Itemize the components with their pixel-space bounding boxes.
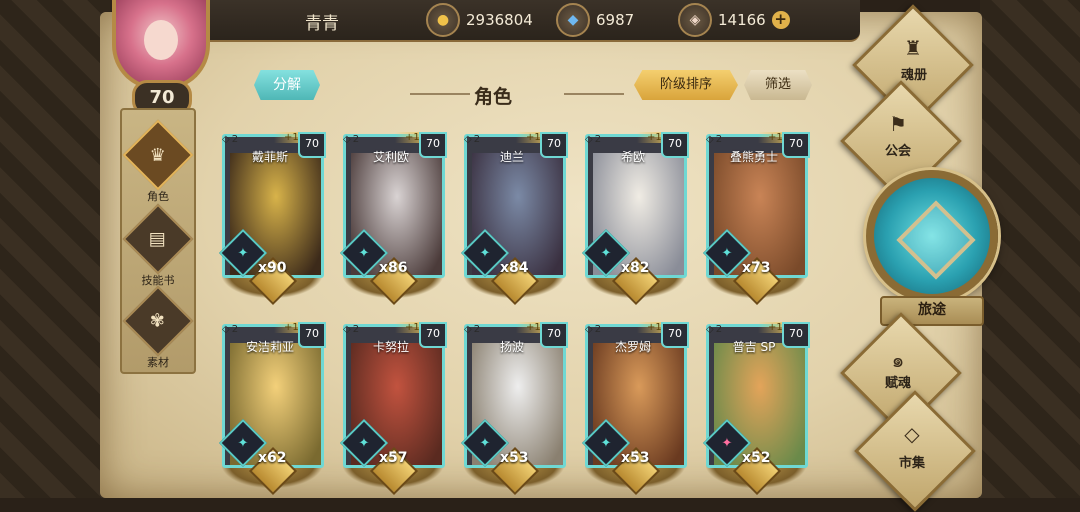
character-name: 扬波: [499, 340, 524, 354]
star-count: 2: [352, 323, 360, 335]
gold-value: 2936804: [466, 11, 533, 29]
decompose-button[interactable]: 分解: [254, 70, 320, 100]
star-icon: ◇: [706, 323, 714, 335]
star-icon: ◇: [222, 323, 230, 335]
character-name: 卡努拉: [372, 340, 409, 354]
empower-label: 赋魂: [884, 376, 911, 391]
character-name: 杰罗姆: [614, 340, 651, 354]
crystal-value: 6987: [596, 11, 635, 29]
character-name: 希欧: [620, 150, 645, 164]
gem-icon: ◈: [678, 3, 712, 37]
add-gem-button[interactable]: +: [771, 11, 790, 29]
guild-icon: ⚑: [889, 112, 907, 136]
star-icon: ◇: [343, 323, 351, 335]
guild-label: 公会: [884, 144, 911, 159]
star-count: 2: [594, 323, 602, 335]
character-card[interactable]: ◇ 2 +15 70 艾利欧 ✦ x86: [339, 132, 447, 306]
shard-count: x57: [379, 450, 408, 466]
left-menu-item-material[interactable]: ✾ 素材: [122, 285, 194, 370]
player-avatar[interactable]: [112, 0, 210, 90]
gem-resource[interactable]: ◈ 14166 +: [678, 3, 790, 37]
shard-count: x90: [258, 260, 287, 276]
shard-count: x53: [621, 450, 650, 466]
star-count: 2: [473, 323, 481, 335]
crystal-icon: ◆: [556, 3, 590, 37]
left-menu-item-role[interactable]: ♛ 角色: [122, 119, 194, 204]
shard-count: x86: [379, 260, 408, 276]
star-count: 2: [715, 133, 723, 145]
shard-count: x73: [742, 260, 771, 276]
character-card[interactable]: ◇ 2 +15 70 叠熊勇士 ✦ x73: [702, 132, 810, 306]
star-count: 2: [231, 133, 239, 145]
character-card[interactable]: ◇ 2 +15 70 扬波 ✦ x53: [460, 322, 568, 496]
title-ornament-right: [564, 93, 624, 95]
market-label: 市集: [898, 456, 925, 471]
rank-sort-button[interactable]: 阶级排序: [634, 70, 738, 100]
character-name: 叠熊勇士: [729, 150, 778, 164]
filter-button[interactable]: 筛选: [744, 70, 812, 100]
shard-count: x52: [742, 450, 771, 466]
crystal-resource: ◆ 6987: [556, 3, 635, 37]
star-icon: ◇: [585, 323, 593, 335]
star-count: 2: [352, 133, 360, 145]
star-icon: ◇: [464, 323, 472, 335]
star-icon: ◇: [706, 133, 714, 145]
gold-resource: ● 2936804: [426, 3, 533, 37]
character-name: 安洁莉亚: [245, 340, 294, 354]
star-icon: ◇: [464, 133, 472, 145]
character-name: 迪兰: [499, 150, 524, 164]
shard-count: x82: [621, 260, 650, 276]
soul-book-label: 魂册: [900, 68, 927, 83]
star-icon: ◇: [222, 133, 230, 145]
shard-count: x62: [258, 450, 287, 466]
player-name: 青青: [305, 14, 339, 34]
star-count: 2: [594, 133, 602, 145]
page-title: 角色: [474, 86, 513, 108]
star-icon: ◇: [585, 133, 593, 145]
character-card[interactable]: ◇ 2 +15 70 戴菲斯 ✦ x90: [218, 132, 326, 306]
shard-count: x53: [500, 450, 529, 466]
left-menu-label: 角色: [147, 190, 169, 203]
book-icon: ▤: [122, 203, 194, 275]
left-menu-label: 素材: [147, 356, 169, 369]
star-count: 2: [715, 323, 723, 335]
star-count: 2: [473, 133, 481, 145]
character-name: 艾利欧: [372, 150, 409, 164]
coin-icon: ●: [426, 3, 460, 37]
character-card[interactable]: ◇ 2 +15 70 安洁莉亚 ✦ x62: [218, 322, 326, 496]
character-card[interactable]: ◇ 2 +15 70 卡努拉 ✦ x57: [339, 322, 447, 496]
soul-book-icon: ♜: [904, 36, 922, 60]
character-card[interactable]: ◇ 2 +15 70 迪兰 ✦ x84: [460, 132, 568, 306]
star-count: 2: [231, 323, 239, 335]
left-background: [0, 0, 110, 498]
character-name: 戴菲斯: [251, 150, 288, 164]
title-ornament-left: [410, 93, 470, 95]
character-name: 普吉 SP: [732, 340, 776, 354]
material-icon: ✾: [122, 285, 194, 357]
character-card[interactable]: ◇ 2 +15 70 希欧 ✦ x82: [581, 132, 689, 306]
left-menu-item-skillbook[interactable]: ▤ 技能书: [122, 203, 194, 288]
star-icon: ◇: [343, 133, 351, 145]
avatar-face: [144, 20, 178, 60]
shard-count: x84: [500, 260, 529, 276]
character-card[interactable]: ◇ 2 +15 70 杰罗姆 ✦ x53: [581, 322, 689, 496]
gem-shop-icon: ◇: [904, 422, 920, 446]
left-menu: ♛ 角色 ▤ 技能书 ✾ 素材: [120, 108, 196, 374]
character-card[interactable]: ◇ 2 +15 70 普吉 SP ✦ x52: [702, 322, 810, 496]
helmet-icon: ♛: [122, 119, 194, 191]
gem-value: 14166: [718, 11, 766, 29]
